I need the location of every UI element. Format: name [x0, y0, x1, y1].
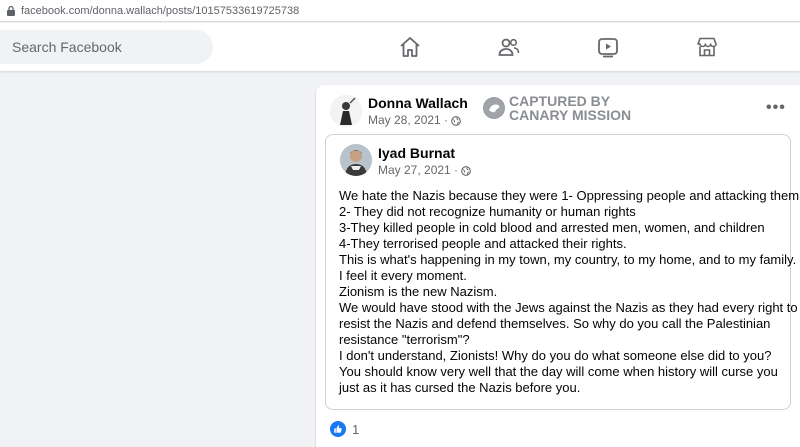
more-options-button[interactable]: ••• — [766, 99, 786, 117]
post-text-line: 2- They did not recognize humanity or hu… — [339, 204, 636, 219]
canary-logo-icon — [483, 97, 505, 119]
post-text-line: 3-They killed people in cold blood and a… — [339, 220, 765, 235]
globe-icon — [451, 115, 461, 126]
lock-icon — [6, 5, 16, 16]
post-text-line: I don't understand, Zionists! Why do you… — [339, 348, 772, 363]
avatar[interactable] — [330, 95, 362, 127]
post-text-line: resist the Nazis and defend themselves. … — [339, 316, 771, 331]
post-text-line: I feel it every moment. — [339, 268, 467, 283]
home-icon[interactable] — [398, 35, 422, 59]
shared-author-name[interactable]: Iyad Burnat — [378, 145, 455, 161]
post-author-name[interactable]: Donna Wallach — [368, 95, 468, 111]
top-navigation — [0, 23, 800, 71]
post-text-line: This is what's happening in my town, my … — [339, 252, 797, 267]
post-text-line: 4-They terrorised people and attacked th… — [339, 236, 627, 251]
shared-post: Iyad Burnat May 27, 2021 · We hate the N… — [325, 134, 800, 410]
shared-post-meta: May 27, 2021 · — [378, 163, 471, 177]
post-meta: May 28, 2021 · — [368, 113, 461, 127]
shared-avatar[interactable] — [340, 144, 372, 176]
watch-icon[interactable] — [596, 35, 620, 59]
canary-mission-watermark: CAPTURED BY CANARY MISSION — [483, 94, 631, 122]
url-text: facebook.com/donna.wallach/posts/1015753… — [21, 4, 300, 17]
shared-post-text: We hate the Nazis because they were 1- O… — [339, 188, 800, 396]
search-box[interactable] — [0, 30, 213, 64]
friends-icon[interactable] — [497, 35, 521, 59]
reaction-summary[interactable]: 1 — [330, 421, 359, 437]
post-text-line: Zionism is the new Nazism. — [339, 284, 498, 299]
globe-icon — [461, 165, 471, 176]
post-date[interactable]: May 28, 2021 · — [368, 113, 448, 127]
post-text-line: We would have stood with the Jews agains… — [339, 300, 798, 315]
post-text-line: just as it has cursed the Nazis before y… — [339, 380, 581, 395]
address-bar[interactable]: facebook.com/donna.wallach/posts/1015753… — [0, 0, 800, 22]
watermark-line-1: CAPTURED BY — [509, 93, 611, 109]
post-text-line: We hate the Nazis because they were 1- O… — [339, 188, 800, 203]
post-text-line: resistance "terrorism"? — [339, 332, 470, 347]
like-icon — [330, 421, 346, 437]
post-text-line: You should know very well that the day w… — [339, 364, 778, 379]
search-input[interactable] — [12, 39, 192, 55]
shared-post-date[interactable]: May 27, 2021 · — [378, 163, 458, 177]
reaction-count: 1 — [352, 421, 360, 437]
watermark-line-2: CANARY MISSION — [509, 107, 632, 123]
post-card: Donna Wallach May 28, 2021 · CAPTURED BY… — [316, 85, 800, 447]
marketplace-icon[interactable] — [695, 35, 719, 59]
